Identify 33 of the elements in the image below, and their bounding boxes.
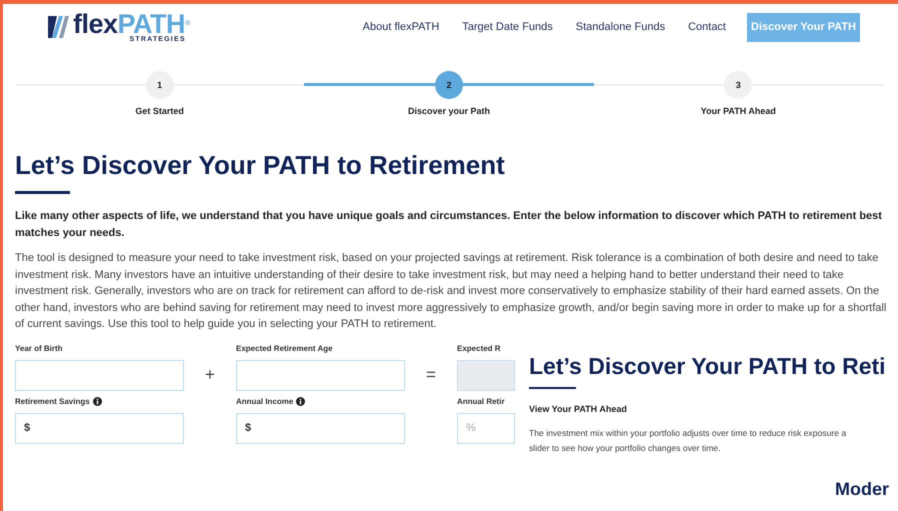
nav-link[interactable]: Standalone Funds (576, 21, 666, 33)
panel-subtitle: View Your PATH Ahead (529, 404, 628, 414)
panel-text: slider to see how your portfolio changes over time. (529, 442, 722, 455)
page-title: Let’s Discover Your PATH to Retirement (15, 149, 506, 181)
field-label: Annual Income (236, 397, 294, 406)
nav-link[interactable]: Target Date Funds (462, 21, 553, 33)
input-field[interactable] (236, 360, 405, 390)
nav-link[interactable]: About flexPATH (362, 21, 440, 33)
step-label: Discover your Path (408, 106, 490, 116)
panel-title: Let’s Discover Your PATH to Reti (529, 352, 887, 380)
step-number[interactable]: 3 (724, 71, 752, 99)
intro-text: Like many other aspects of life, we understand that you have unique goals and circumstances. Enter the below information to discover which PATH to retirement best matches your needs. (15, 209, 883, 241)
input-field[interactable]: $ (236, 412, 405, 444)
field-label: Expected R (457, 344, 501, 353)
field-label: Annual Retir (457, 397, 505, 406)
input-field[interactable]: $ (15, 412, 184, 444)
nav-link[interactable]: Contact (688, 21, 726, 33)
operator-sign: + (205, 365, 215, 385)
body-text: The tool is designed to measure your need to take investment risk, based on your projected savings at retirement. Risk tolerance is a combination of both desire and need to take investment risk. Many investors have an intuitive understanding of their desire to take investment risk, but may need a helping hand to better understand their need to take investment risk. Generally, investors who are on track for retirement can afford to de-risk and invest more conservatively to emphasize stability of their hard earned assets. On the other hand, investors who are behind saving for retirement may need to invest more aggressively to emphasize growth, and/or begin saving more in order to make up for a shortfall of current savings. Use this tool to help guide you in selecting your PATH to retirement. (15, 251, 888, 332)
shield-logo-icon (46, 14, 70, 40)
operator-sign: = (426, 365, 436, 385)
panel-text: The investment mix within your portfolio adjusts over time to reduce risk exposure a (529, 427, 848, 440)
section-heading: Moder (835, 479, 890, 499)
step-number[interactable]: 1 (146, 71, 174, 99)
step-label: Get Started (135, 106, 184, 116)
field-label: Retirement Savings (15, 397, 90, 406)
input-field[interactable]: % (457, 412, 515, 444)
step-number[interactable]: 2 (434, 71, 463, 99)
step-label: Your PATH Ahead (700, 106, 776, 116)
logo-text: flexPATH$^{®}$ (73, 12, 190, 36)
input-field[interactable] (15, 360, 184, 390)
field-label: Expected Retirement Age (236, 344, 333, 353)
field-label: Year of Birth (15, 344, 63, 353)
